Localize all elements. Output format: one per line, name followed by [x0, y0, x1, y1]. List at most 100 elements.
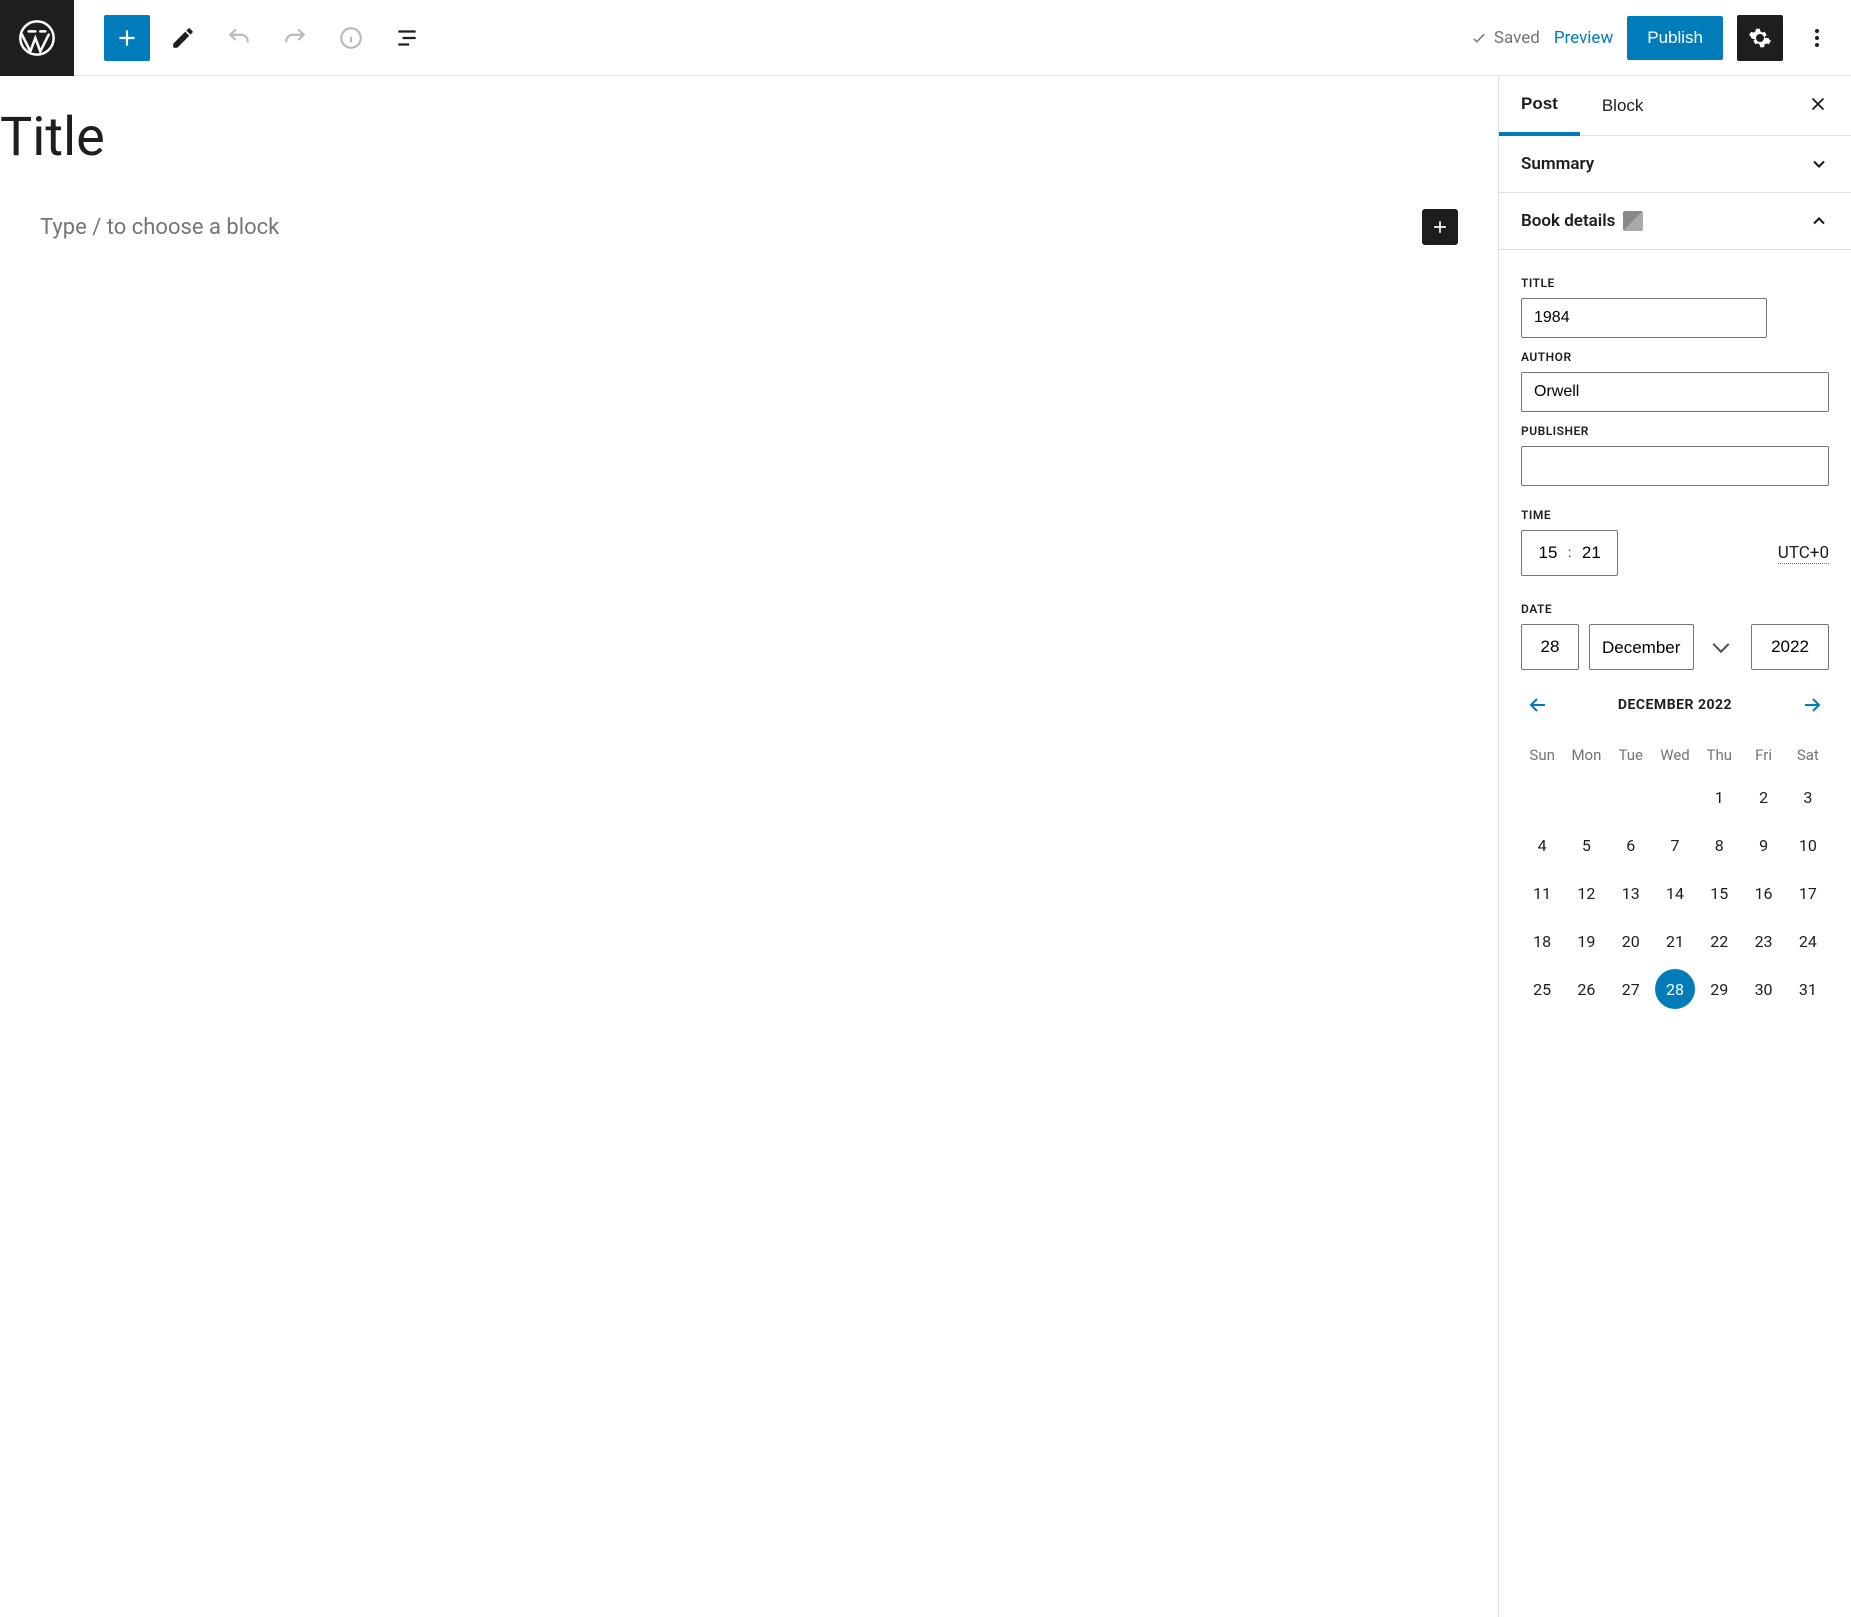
- calendar-day[interactable]: 30: [1744, 969, 1784, 1009]
- calendar-day[interactable]: 27: [1611, 969, 1651, 1009]
- calendar-empty-cell: [1566, 777, 1606, 817]
- calendar-empty-cell: [1611, 777, 1651, 817]
- calendar-day[interactable]: 15: [1699, 873, 1739, 913]
- calendar-day[interactable]: 3: [1788, 777, 1828, 817]
- chevron-up-icon: [1809, 211, 1829, 231]
- main-area: Title Type / to choose a block Post Bloc…: [0, 76, 1851, 1617]
- inline-add-block-button[interactable]: [1422, 209, 1458, 245]
- post-title-input[interactable]: Title: [0, 106, 1458, 169]
- time-hours-input[interactable]: [1534, 543, 1562, 563]
- more-vertical-icon: [1805, 26, 1829, 50]
- author-label: AUTHOR: [1521, 350, 1829, 364]
- calendar-day[interactable]: 8: [1699, 825, 1739, 865]
- editor-canvas[interactable]: Title Type / to choose a block: [0, 76, 1499, 1617]
- close-sidebar-button[interactable]: [1785, 93, 1851, 118]
- tab-post[interactable]: Post: [1499, 76, 1580, 136]
- time-separator: :: [1562, 545, 1577, 561]
- plus-icon: [114, 25, 140, 51]
- calendar-weekday-header: Fri: [1742, 738, 1784, 772]
- plus-icon: [1430, 217, 1450, 237]
- panel-book-details-header[interactable]: Book details: [1499, 193, 1851, 250]
- timezone-label[interactable]: UTC+0: [1778, 543, 1829, 564]
- calendar-day[interactable]: 14: [1655, 873, 1695, 913]
- publish-button[interactable]: Publish: [1627, 16, 1723, 60]
- gear-icon: [1748, 26, 1772, 50]
- chevron-down-icon: [1809, 154, 1829, 174]
- close-icon: [1807, 93, 1829, 115]
- tab-block[interactable]: Block: [1580, 78, 1666, 134]
- preview-link[interactable]: Preview: [1554, 28, 1613, 48]
- calendar-day[interactable]: 9: [1744, 825, 1784, 865]
- calendar-day[interactable]: 20: [1611, 921, 1651, 961]
- panel-book-details-body: TITLE AUTHOR PUBLISHER TIME : UTC+0 DATE: [1499, 250, 1851, 1034]
- calendar-nav: DECEMBER 2022: [1521, 690, 1829, 720]
- calendar-day[interactable]: 12: [1566, 873, 1606, 913]
- calendar-day[interactable]: 25: [1522, 969, 1562, 1009]
- pencil-icon: [170, 25, 196, 51]
- wordpress-logo[interactable]: [0, 0, 74, 76]
- calendar-day[interactable]: 31: [1788, 969, 1828, 1009]
- calendar-day[interactable]: 24: [1788, 921, 1828, 961]
- edit-mode-button[interactable]: [160, 15, 206, 61]
- calendar-grid: SunMonTueWedThuFriSat1234567891011121314…: [1521, 738, 1829, 1012]
- calendar-day[interactable]: 7: [1655, 825, 1695, 865]
- more-options-button[interactable]: [1797, 15, 1837, 61]
- calendar-empty-cell: [1655, 777, 1695, 817]
- calendar-weekday-header: Thu: [1698, 738, 1740, 772]
- time-row: : UTC+0: [1521, 530, 1829, 576]
- calendar-day[interactable]: 22: [1699, 921, 1739, 961]
- author-field[interactable]: [1521, 372, 1829, 412]
- toolbar-right: Saved Preview Publish: [1470, 15, 1851, 61]
- calendar-day[interactable]: 18: [1522, 921, 1562, 961]
- time-input-group: :: [1521, 530, 1618, 576]
- redo-button[interactable]: [272, 15, 318, 61]
- calendar-day[interactable]: 28: [1655, 969, 1695, 1009]
- arrow-right-icon: [1800, 693, 1824, 717]
- calendar-month-year: DECEMBER 2022: [1618, 697, 1732, 713]
- calendar-day[interactable]: 17: [1788, 873, 1828, 913]
- calendar-prev-button[interactable]: [1523, 690, 1553, 720]
- calendar-day[interactable]: 4: [1522, 825, 1562, 865]
- date-day-input[interactable]: [1521, 624, 1579, 670]
- calendar-day[interactable]: 23: [1744, 921, 1784, 961]
- date-label: DATE: [1521, 602, 1829, 616]
- calendar-day[interactable]: 5: [1566, 825, 1606, 865]
- calendar-weekday-header: Tue: [1610, 738, 1652, 772]
- panel-summary-header[interactable]: Summary: [1499, 136, 1851, 193]
- calendar-day[interactable]: 10: [1788, 825, 1828, 865]
- date-year-input[interactable]: [1751, 624, 1829, 670]
- settings-button[interactable]: [1737, 15, 1783, 61]
- add-block-button[interactable]: [104, 15, 150, 61]
- calendar-day[interactable]: 19: [1566, 921, 1606, 961]
- time-minutes-input[interactable]: [1577, 543, 1605, 563]
- calendar-day[interactable]: 1: [1699, 777, 1739, 817]
- wordpress-icon: [17, 18, 57, 58]
- outline-button[interactable]: [384, 15, 430, 61]
- calendar-day[interactable]: 26: [1566, 969, 1606, 1009]
- calendar-next-button[interactable]: [1797, 690, 1827, 720]
- book-icon: [1623, 211, 1643, 231]
- calendar-day[interactable]: 2: [1744, 777, 1784, 817]
- date-row: December: [1521, 624, 1829, 670]
- calendar-day[interactable]: 6: [1611, 825, 1651, 865]
- title-field[interactable]: [1521, 298, 1767, 338]
- publisher-field[interactable]: [1521, 446, 1829, 486]
- sidebar-tabs: Post Block: [1499, 76, 1851, 136]
- calendar-empty-cell: [1522, 777, 1562, 817]
- arrow-left-icon: [1526, 693, 1550, 717]
- list-icon: [394, 25, 420, 51]
- block-placeholder-text[interactable]: Type / to choose a block: [40, 215, 279, 240]
- publisher-label: PUBLISHER: [1521, 424, 1829, 438]
- date-month-select[interactable]: December: [1589, 624, 1694, 670]
- saved-status: Saved: [1470, 28, 1540, 48]
- calendar-day[interactable]: 29: [1699, 969, 1739, 1009]
- calendar-day[interactable]: 11: [1522, 873, 1562, 913]
- check-icon: [1470, 29, 1488, 47]
- calendar-weekday-header: Wed: [1654, 738, 1696, 772]
- info-icon: [338, 25, 364, 51]
- undo-button[interactable]: [216, 15, 262, 61]
- info-button[interactable]: [328, 15, 374, 61]
- calendar-day[interactable]: 16: [1744, 873, 1784, 913]
- calendar-day[interactable]: 21: [1655, 921, 1695, 961]
- calendar-day[interactable]: 13: [1611, 873, 1651, 913]
